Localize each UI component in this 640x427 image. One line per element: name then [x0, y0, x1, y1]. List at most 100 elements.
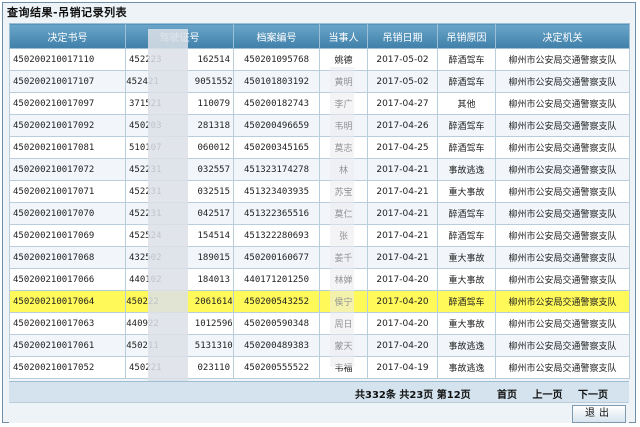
- cell-revoke-reason: 事故逃逸: [437, 334, 496, 357]
- cell-authority: 柳州市公安局交通警察支队: [495, 268, 630, 291]
- cell-decision-no: 450200210017052: [9, 356, 126, 379]
- table-row[interactable]: 450200210017063 440922 1012596 450200590348…: [9, 312, 630, 335]
- cell-revoke-date: 2017-04-26: [367, 114, 438, 137]
- header-file-no[interactable]: 档案编号: [233, 23, 320, 49]
- table-row[interactable]: 450200210017072452231032557451323174278林…: [9, 158, 630, 181]
- cell-revoke-date: 2017-04-21: [367, 246, 438, 269]
- cell-revoke-reason: 醉酒驾车: [437, 114, 496, 137]
- cell-file-no: 450200590348: [233, 312, 320, 335]
- cell-revoke-date: 2017-04-19: [367, 356, 438, 379]
- table-row[interactable]: 450200210017061 450211 5131310 450200489383…: [9, 334, 630, 357]
- cell-revoke-reason: 重大事故: [437, 268, 496, 291]
- button-bar: 退出: [9, 402, 629, 423]
- cell-authority: 柳州市公安局交通警察支队: [495, 92, 630, 115]
- cell-authority: 柳州市公安局交通警察支队: [495, 224, 630, 247]
- cell-revoke-reason: 醉酒驾车: [437, 48, 496, 71]
- blur-mask-name: [330, 67, 354, 367]
- cell-revoke-date: 2017-04-20: [367, 334, 438, 357]
- cell-file-no: 450200160677: [233, 246, 320, 269]
- cell-revoke-reason: 事故逃逸: [437, 158, 496, 181]
- cell-revoke-date: 2017-04-21: [367, 202, 438, 225]
- cell-revoke-reason: 醉酒驾车: [437, 70, 496, 93]
- table-row[interactable]: 450200210017081510107060012450200345165莫…: [9, 136, 630, 159]
- cell-decision-no: 450200210017069: [9, 224, 126, 247]
- cell-file-no: 450200345165: [233, 136, 320, 159]
- table-row[interactable]: 450200210017092450203281318450200496659韦…: [9, 114, 630, 137]
- cell-revoke-date: 2017-04-20: [367, 268, 438, 291]
- exit-button[interactable]: 退出: [572, 405, 626, 423]
- cell-decision-no: 450200210017068: [9, 246, 126, 269]
- cell-revoke-reason: 重大事故: [437, 180, 496, 203]
- cell-revoke-reason: 重大事故: [437, 246, 496, 269]
- cell-file-no: 451322365516: [233, 202, 320, 225]
- revocation-table: 决定书号 驾驶证号 档案编号 当事人 吊销日期 吊销原因 决定机关 450200…: [9, 23, 630, 379]
- table-row[interactable]: 450200210017069452524154514451322280693张…: [9, 224, 630, 247]
- cell-authority: 柳州市公安局交通警察支队: [495, 356, 630, 379]
- cell-authority: 柳州市公安局交通警察支队: [495, 70, 630, 93]
- cell-decision-no: 450200210017081: [9, 136, 126, 159]
- cell-authority: 柳州市公安局交通警察支队: [495, 158, 630, 181]
- total-records: 共332条: [355, 390, 396, 401]
- cell-authority: 柳州市公安局交通警察支队: [495, 48, 630, 71]
- cell-revoke-reason: 醉酒驾车: [437, 202, 496, 225]
- header-revoke-reason[interactable]: 吊销原因: [437, 23, 496, 49]
- cell-decision-no: 450200210017070: [9, 202, 126, 225]
- cell-decision-no: 450200210017071: [9, 180, 126, 203]
- cell-file-no: 440171201250: [233, 268, 320, 291]
- cell-revoke-reason: 事故逃逸: [437, 356, 496, 379]
- table-row[interactable]: 450200210017052 450221 023110 450200555522 韦…: [9, 356, 630, 379]
- cell-file-no: 450200555522: [233, 356, 320, 379]
- cell-authority: 柳州市公安局交通警察支队: [495, 334, 630, 357]
- cell-file-no: 450101803192: [233, 70, 320, 93]
- window-title: 查询结果-吊销记录列表: [7, 6, 128, 19]
- cell-authority: 柳州市公安局交通警察支队: [495, 114, 630, 137]
- cell-revoke-date: 2017-05-02: [367, 48, 438, 71]
- cell-file-no: 451322280693: [233, 224, 320, 247]
- cell-revoke-date: 2017-04-25: [367, 136, 438, 159]
- first-page-link[interactable]: 首页: [497, 390, 517, 401]
- cell-decision-no: 450200210017061: [9, 334, 126, 357]
- table-header-row: 决定书号 驾驶证号 档案编号 当事人 吊销日期 吊销原因 决定机关: [9, 23, 630, 49]
- cell-authority: 柳州市公安局交通警察支队: [495, 136, 630, 159]
- cell-file-no: 450201095768: [233, 48, 320, 71]
- table-row[interactable]: 450200210017097371521110079450200182743李…: [9, 92, 630, 115]
- cell-decision-no: 450200210017072: [9, 158, 126, 181]
- cell-decision-no: 450200210017107: [9, 70, 126, 93]
- pager-info: 共332条 共23页 第12页: [355, 386, 471, 401]
- current-page: 第12页: [436, 390, 471, 401]
- cell-revoke-reason: 其他: [437, 92, 496, 115]
- next-page-link[interactable]: 下一页: [578, 390, 608, 401]
- table-row[interactable]: 450200210017070452231042517451322365516莫…: [9, 202, 630, 225]
- cell-decision-no: 450200210017066: [9, 268, 126, 291]
- results-window: 查询结果-吊销记录列表 决定书号 驾驶证号 档案编号 当事人 吊销日期 吊销原因…: [2, 2, 636, 423]
- table-row[interactable]: 450200210017064 450222 2061614 450200543252…: [9, 290, 630, 313]
- table-row[interactable]: 450200210017071452231032515451323403935苏…: [9, 180, 630, 203]
- cell-decision-no: 450200210017092: [9, 114, 126, 137]
- cell-file-no: 450200489383: [233, 334, 320, 357]
- cell-file-no: 451323403935: [233, 180, 320, 203]
- cell-authority: 柳州市公安局交通警察支队: [495, 246, 630, 269]
- cell-decision-no: 450200210017110: [9, 48, 126, 71]
- prev-page-link[interactable]: 上一页: [532, 390, 562, 401]
- cell-revoke-reason: 重大事故: [437, 312, 496, 335]
- cell-decision-no: 450200210017097: [9, 92, 126, 115]
- header-decision-no[interactable]: 决定书号: [9, 23, 126, 49]
- table-row[interactable]: 450200210017066440102184013440171201250林…: [9, 268, 630, 291]
- cell-revoke-date: 2017-04-21: [367, 180, 438, 203]
- cell-revoke-date: 2017-04-20: [367, 312, 438, 335]
- cell-file-no: 450200496659: [233, 114, 320, 137]
- header-authority[interactable]: 决定机关: [495, 23, 630, 49]
- cell-authority: 柳州市公安局交通警察支队: [495, 202, 630, 225]
- table-row[interactable]: 450200210017068432502189015450200160677姜…: [9, 246, 630, 269]
- header-revoke-date[interactable]: 吊销日期: [367, 23, 438, 49]
- header-party[interactable]: 当事人: [319, 23, 368, 49]
- cell-authority: 柳州市公安局交通警察支队: [495, 180, 630, 203]
- cell-revoke-date: 2017-04-21: [367, 158, 438, 181]
- cell-revoke-reason: 醉酒驾车: [437, 290, 496, 313]
- blur-mask-license: [148, 29, 188, 381]
- cell-decision-no: 450200210017064: [9, 290, 126, 313]
- table-row[interactable]: 450200210017107 452421 9051552 450101803192…: [9, 70, 630, 93]
- cell-revoke-reason: 醉酒驾车: [437, 224, 496, 247]
- cell-authority: 柳州市公安局交通警察支队: [495, 290, 630, 313]
- table-row[interactable]: 450200210017110 452223 162514 450201095768 姚…: [9, 48, 630, 71]
